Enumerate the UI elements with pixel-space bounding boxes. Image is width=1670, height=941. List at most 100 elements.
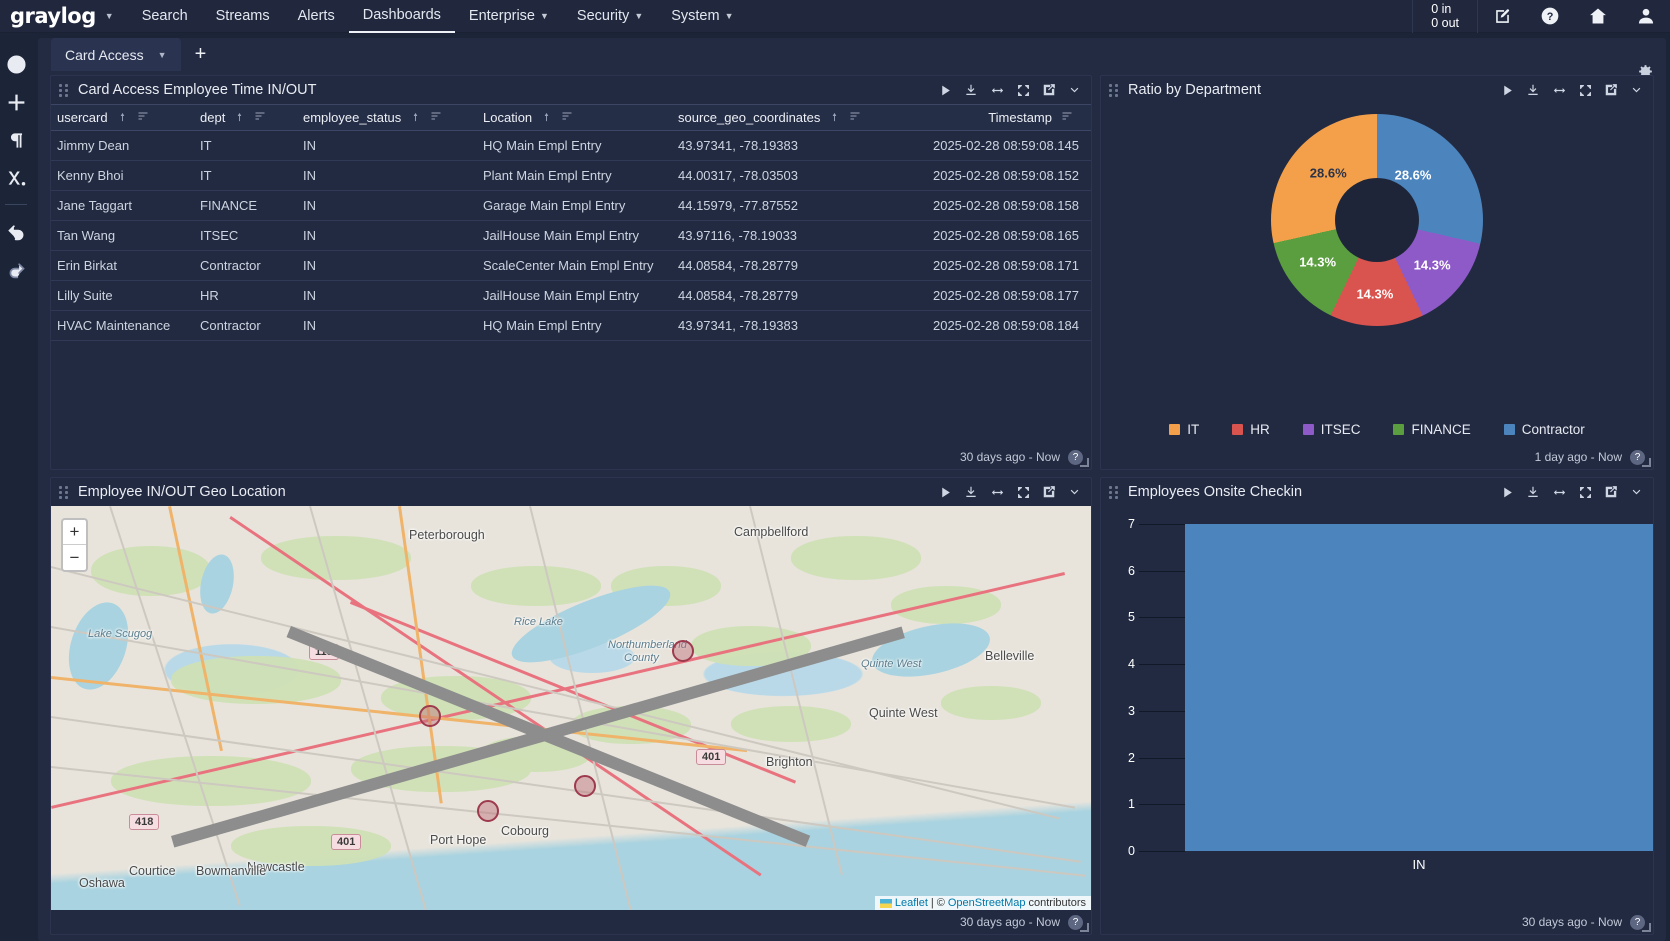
legend-item-finance[interactable]: FINANCE <box>1393 422 1470 437</box>
fullscreen-icon[interactable] <box>1579 486 1592 499</box>
map-marker[interactable] <box>477 800 499 822</box>
table-column-timestamp[interactable]: Timestamp <box>894 105 1091 131</box>
drag-handle-icon[interactable] <box>1109 83 1120 97</box>
pin-icon[interactable] <box>117 110 128 125</box>
table-row[interactable]: Erin Birkat Contractor IN ScaleCenter Ma… <box>51 251 1091 281</box>
pin-icon[interactable] <box>829 110 840 125</box>
redo-icon[interactable] <box>1 250 31 288</box>
table-row[interactable]: Jimmy Dean IT IN HQ Main Empl Entry 43.9… <box>51 131 1091 161</box>
legend-item-contractor[interactable]: Contractor <box>1504 422 1585 437</box>
legend-item-it[interactable]: IT <box>1169 422 1199 437</box>
bar-in[interactable] <box>1185 524 1653 851</box>
drag-handle-icon[interactable] <box>59 485 70 499</box>
edit-icon[interactable] <box>1478 0 1526 33</box>
zoom-in-button[interactable]: + <box>63 520 86 545</box>
map-marker[interactable] <box>419 705 441 727</box>
undo-icon[interactable] <box>1 212 31 250</box>
cell-timestamp: 2025-02-28 08:59:08.171 <box>894 251 1091 281</box>
download-icon[interactable] <box>964 83 978 97</box>
map-marker[interactable] <box>574 775 596 797</box>
nav-item-system[interactable]: System ▼ <box>657 0 747 33</box>
tab-card-access[interactable]: Card Access ▼ <box>51 38 181 71</box>
table-row[interactable]: Lilly Suite HR IN JailHouse Main Empl En… <box>51 281 1091 311</box>
play-icon[interactable] <box>939 486 952 499</box>
play-icon[interactable] <box>1501 84 1514 97</box>
table-column-location[interactable]: Location <box>477 105 672 131</box>
chevron-down-icon[interactable] <box>1068 84 1081 97</box>
info-icon[interactable] <box>1 45 31 83</box>
resize-handle[interactable] <box>1080 458 1089 467</box>
nav-item-streams[interactable]: Streams <box>202 0 284 33</box>
edit-icon[interactable] <box>1604 485 1618 499</box>
play-icon[interactable] <box>939 84 952 97</box>
resize-horizontal-icon[interactable] <box>990 83 1005 98</box>
resize-handle[interactable] <box>1642 458 1651 467</box>
bar-y-tick-line <box>1139 758 1185 759</box>
play-icon[interactable] <box>1501 486 1514 499</box>
table-column-source-geo-coordinates[interactable]: source_geo_coordinates <box>672 105 894 131</box>
nav-item-dashboards[interactable]: Dashboards <box>349 0 455 33</box>
sort-icon[interactable] <box>254 110 266 125</box>
bar-chart[interactable]: 76543210IN <box>1101 506 1653 910</box>
nav-item-alerts[interactable]: Alerts <box>284 0 349 33</box>
nav-item-security[interactable]: Security ▼ <box>563 0 657 33</box>
user-icon[interactable] <box>1622 0 1670 33</box>
chevron-down-icon[interactable] <box>1630 486 1643 499</box>
fullscreen-icon[interactable] <box>1017 486 1030 499</box>
add-icon[interactable] <box>1 83 31 121</box>
graylog-logo[interactable]: graylog <box>10 4 96 28</box>
legend-item-hr[interactable]: HR <box>1232 422 1270 437</box>
fullscreen-icon[interactable] <box>1017 84 1030 97</box>
pin-icon[interactable] <box>410 110 421 125</box>
resize-horizontal-icon[interactable] <box>1552 83 1567 98</box>
nav-item-search[interactable]: Search <box>128 0 202 33</box>
resize-handle[interactable] <box>1642 923 1651 932</box>
edit-icon[interactable] <box>1042 485 1056 499</box>
sort-icon[interactable] <box>1061 110 1073 125</box>
table-column-dept[interactable]: dept <box>194 105 297 131</box>
table-row[interactable]: Kenny Bhoi IT IN Plant Main Empl Entry 4… <box>51 161 1091 191</box>
openstreetmap-link[interactable]: OpenStreetMap <box>948 897 1026 909</box>
download-icon[interactable] <box>964 485 978 499</box>
leaflet-map[interactable]: PeterboroughCampbellfordBellevilleQuinte… <box>51 506 1091 910</box>
brand-chevron-down-icon[interactable]: ▼ <box>105 11 114 21</box>
sort-icon[interactable] <box>137 110 149 125</box>
resize-horizontal-icon[interactable] <box>1552 485 1567 500</box>
nav-item-enterprise[interactable]: Enterprise ▼ <box>455 0 563 33</box>
download-icon[interactable] <box>1526 485 1540 499</box>
fullscreen-icon[interactable] <box>1579 84 1592 97</box>
add-dashboard-tab-button[interactable]: + <box>181 38 221 71</box>
table-column-employee-status[interactable]: employee_status <box>297 105 477 131</box>
donut-ring[interactable]: 28.6% 14.3% 14.3% 14.3% 28.6% <box>1271 114 1483 326</box>
home-icon[interactable] <box>1574 0 1622 33</box>
help-icon[interactable]: ? <box>1526 0 1574 33</box>
pin-icon[interactable] <box>234 110 245 125</box>
map-marker[interactable] <box>672 640 694 662</box>
table-row[interactable]: HVAC Maintenance Contractor IN HQ Main E… <box>51 311 1091 341</box>
table-column-usercard[interactable]: usercard <box>51 105 194 131</box>
sort-icon[interactable] <box>430 110 442 125</box>
column-label: Timestamp <box>988 110 1052 125</box>
chevron-down-icon[interactable] <box>1068 486 1081 499</box>
table-row[interactable]: Tan Wang ITSEC IN JailHouse Main Empl En… <box>51 221 1091 251</box>
sort-icon[interactable] <box>849 110 861 125</box>
resize-horizontal-icon[interactable] <box>990 485 1005 500</box>
chevron-down-icon[interactable] <box>1630 84 1643 97</box>
legend-item-itsec[interactable]: ITSEC <box>1303 422 1361 437</box>
drag-handle-icon[interactable] <box>59 83 70 97</box>
edit-icon[interactable] <box>1042 83 1056 97</box>
chevron-down-icon[interactable]: ▼ <box>158 50 167 60</box>
edit-icon[interactable] <box>1604 83 1618 97</box>
resize-handle[interactable] <box>1080 923 1089 932</box>
table-row[interactable]: Jane Taggart FINANCE IN Garage Main Empl… <box>51 191 1091 221</box>
widget-action-group <box>1501 83 1647 98</box>
subscript-icon[interactable] <box>1 159 31 197</box>
download-icon[interactable] <box>1526 83 1540 97</box>
timerange-label: 30 days ago - Now <box>1522 915 1622 929</box>
paragraph-icon[interactable] <box>1 121 31 159</box>
zoom-out-button[interactable]: − <box>63 545 86 570</box>
drag-handle-icon[interactable] <box>1109 485 1120 499</box>
pin-icon[interactable] <box>541 110 552 125</box>
leaflet-link[interactable]: Leaflet <box>895 897 928 909</box>
sort-icon[interactable] <box>561 110 573 125</box>
